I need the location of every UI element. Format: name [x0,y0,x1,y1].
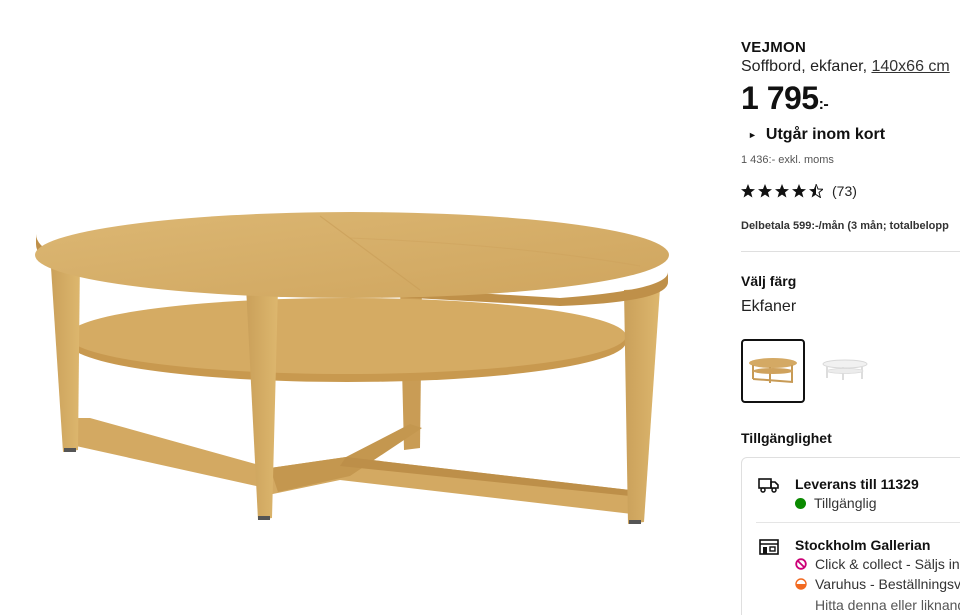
color-heading: Välj färg [741,273,797,289]
rating[interactable]: (73) [741,183,857,199]
product-info-panel: VEJMON Soffbord, ekfaner, 140x66 cm 1 79… [741,0,960,615]
store-order-status: Varuhus - Beställningsvara [795,576,960,592]
product-description: Soffbord, ekfaner, 140x66 cm [741,58,950,76]
truck-icon [758,476,780,499]
delivery-status-text: Tillgänglig [814,495,877,511]
price-suffix: :- [818,96,829,113]
availability-box: Leverans till 11329 Tillgänglig Stockhol… [741,457,960,615]
divider [756,522,960,523]
not-allowed-icon [795,558,807,570]
discontinued-notice[interactable]: ► Utgår inom kort [748,126,885,144]
product-image [35,212,669,524]
oak-veneer-swatch[interactable] [741,339,805,403]
store-title[interactable]: Stockholm Gallerian [795,537,930,553]
oak-table-thumbnail [749,358,797,383]
rating-count: (73) [832,183,857,199]
white-swatch[interactable] [815,339,879,403]
price-value: 1 795 [741,80,819,116]
store-icon [758,538,780,561]
half-circle-icon [795,578,807,590]
delivery-status: Tillgänglig [795,495,877,511]
availability-heading: Tillgänglighet [741,430,832,446]
click-collect-text: Click & collect - Säljs inte [815,556,960,572]
delivery-title[interactable]: Leverans till 11329 [795,476,919,492]
find-similar-link[interactable]: Hitta denna eller liknande [815,597,960,613]
price-excl-vat: 1 436:- exkl. moms [741,154,834,166]
product-name: VEJMON [741,39,807,56]
store-order-text: Varuhus - Beställningsvara [815,576,960,592]
installment-info[interactable]: Delbetala 599:-/mån (3 mån; totalbelopp [741,220,949,232]
click-collect-status: Click & collect - Säljs inte [795,556,960,572]
caret-right-icon: ► [748,130,757,140]
available-dot-icon [795,497,806,509]
selected-color: Ekfaner [741,298,797,315]
product-price: 1 795:- [741,80,829,117]
notice-text: Utgår inom kort [765,126,886,143]
white-table-thumbnail [822,359,868,380]
product-type: Soffbord, ekfaner, [741,58,868,75]
divider [741,251,960,252]
product-dimensions-link[interactable]: 140x66 cm [871,58,949,75]
star-rating-icon [741,184,823,198]
